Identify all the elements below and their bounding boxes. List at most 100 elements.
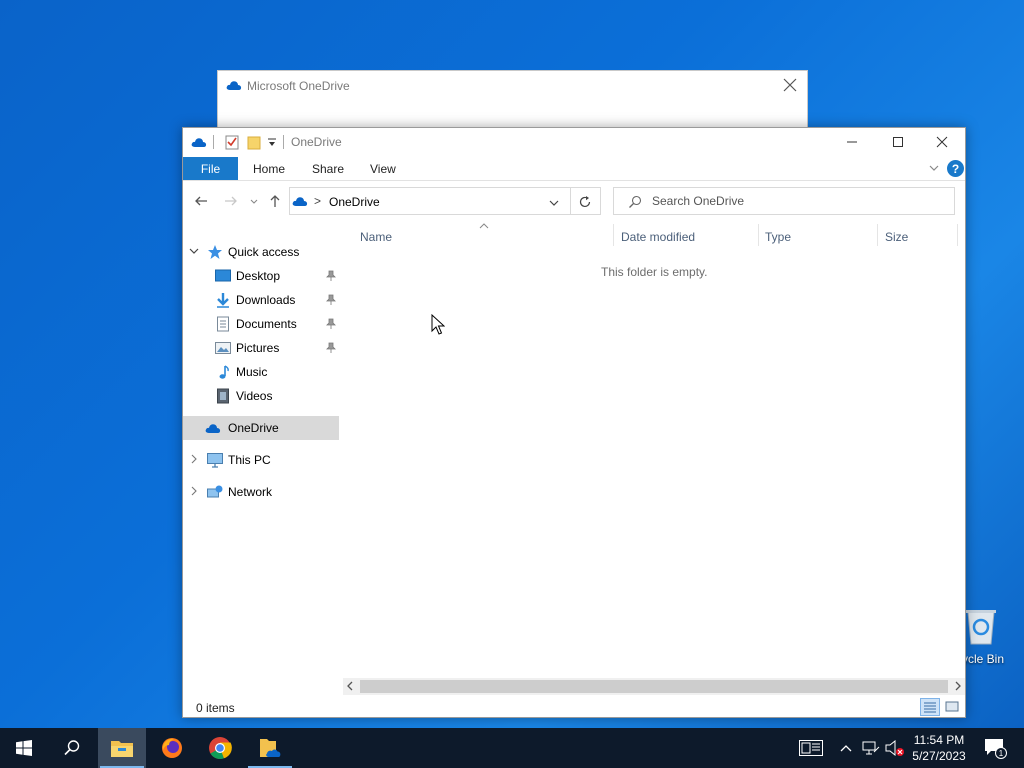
nav-downloads[interactable]: Downloads xyxy=(183,288,339,312)
large-icons-view-button[interactable] xyxy=(943,698,963,716)
recycle-bin-shortcut[interactable]: ycle Bin xyxy=(960,600,1024,670)
new-folder-icon[interactable] xyxy=(247,134,261,150)
column-date-modified[interactable]: Date modified xyxy=(621,230,695,244)
nav-this-pc[interactable]: This PC xyxy=(183,448,339,472)
column-size[interactable]: Size xyxy=(885,230,908,244)
item-count: 0 items xyxy=(196,701,235,715)
desktop-icon xyxy=(215,269,231,282)
tab-file[interactable]: File xyxy=(183,157,238,180)
horizontal-scrollbar[interactable] xyxy=(343,678,965,695)
nav-documents[interactable]: Documents xyxy=(183,312,339,336)
music-icon xyxy=(219,365,229,379)
nav-pictures[interactable]: Pictures xyxy=(183,336,339,360)
back-arrow-icon[interactable] xyxy=(193,193,209,209)
scrollbar-thumb[interactable] xyxy=(360,680,948,693)
forward-arrow-icon[interactable] xyxy=(223,193,239,209)
onedrive-cloud-icon xyxy=(226,81,242,90)
refresh-icon[interactable] xyxy=(578,195,592,209)
column-divider[interactable] xyxy=(957,224,958,246)
firefox-icon xyxy=(162,738,182,758)
breadcrumb-separator[interactable]: > xyxy=(314,194,321,208)
help-button[interactable]: ? xyxy=(947,160,964,177)
nav-desktop[interactable]: Desktop xyxy=(183,264,339,288)
search-icon xyxy=(64,740,80,756)
pin-icon[interactable] xyxy=(326,342,336,354)
taskbar-file-explorer[interactable] xyxy=(98,728,146,768)
chevron-up-icon xyxy=(840,745,852,752)
news-widget-button[interactable] xyxy=(796,728,826,768)
onedrive-setup-window[interactable]: Microsoft OneDrive xyxy=(217,70,808,130)
nav-videos[interactable]: Videos xyxy=(183,384,339,408)
taskbar-onedrive-folder[interactable] xyxy=(246,728,294,768)
pin-icon[interactable] xyxy=(326,270,336,282)
scroll-left-icon[interactable] xyxy=(345,681,355,691)
downloads-icon xyxy=(217,293,229,308)
breadcrumb-onedrive[interactable]: OneDrive xyxy=(329,195,380,209)
nav-music[interactable]: Music xyxy=(183,360,339,384)
status-bar: 0 items xyxy=(183,698,965,718)
chevron-down-icon[interactable] xyxy=(189,246,199,256)
column-name[interactable]: Name xyxy=(360,230,392,244)
recent-locations-icon[interactable] xyxy=(249,193,259,209)
address-bar[interactable]: > OneDrive xyxy=(289,187,601,215)
nav-music-label: Music xyxy=(236,365,268,379)
search-box[interactable] xyxy=(613,187,955,215)
onedrive-cloud-icon xyxy=(191,138,207,147)
volume-button[interactable] xyxy=(884,728,906,768)
close-icon[interactable] xyxy=(781,76,799,94)
title-bar[interactable]: OneDrive xyxy=(183,128,965,156)
action-center-button[interactable]: 1 xyxy=(980,728,1010,768)
start-button[interactable] xyxy=(0,728,48,768)
nav-quick-access[interactable]: Quick access xyxy=(183,240,339,264)
details-view-button[interactable] xyxy=(920,698,940,716)
tab-share[interactable]: Share xyxy=(312,162,344,176)
search-input[interactable] xyxy=(652,192,942,210)
taskbar-chrome[interactable] xyxy=(196,728,244,768)
maximize-icon xyxy=(893,137,903,147)
recycle-bin-icon xyxy=(966,610,996,645)
address-divider xyxy=(570,188,571,214)
onedrive-folder-icon xyxy=(260,739,281,757)
nav-onedrive[interactable]: OneDrive xyxy=(183,416,339,440)
expand-ribbon-icon[interactable] xyxy=(928,162,940,174)
nav-network[interactable]: Network xyxy=(183,480,339,504)
show-hidden-icons-button[interactable] xyxy=(836,728,856,768)
nav-quick-access-label: Quick access xyxy=(228,245,300,259)
nav-videos-label: Videos xyxy=(236,389,273,403)
nav-onedrive-label: OneDrive xyxy=(228,421,279,435)
up-arrow-icon[interactable] xyxy=(267,193,283,209)
column-divider[interactable] xyxy=(613,224,614,246)
scroll-right-icon[interactable] xyxy=(953,681,963,691)
column-type[interactable]: Type xyxy=(765,230,791,244)
network-status-button[interactable] xyxy=(860,728,882,768)
tab-view[interactable]: View xyxy=(370,162,396,176)
star-icon xyxy=(208,245,222,259)
chevron-right-icon[interactable] xyxy=(189,454,199,464)
pin-icon[interactable] xyxy=(326,294,336,306)
file-explorer-icon xyxy=(111,741,133,757)
computer-icon xyxy=(207,453,223,468)
maximize-button[interactable] xyxy=(875,128,921,156)
column-divider[interactable] xyxy=(758,224,759,246)
large-icons-view-icon xyxy=(945,701,959,712)
taskbar: 11:54 PM 5/27/2023 1 xyxy=(0,728,1024,768)
network-icon xyxy=(207,485,223,498)
pin-icon[interactable] xyxy=(326,318,336,330)
taskbar-firefox[interactable] xyxy=(148,728,196,768)
chevron-right-icon[interactable] xyxy=(189,486,199,496)
news-icon xyxy=(799,740,823,756)
minimize-button[interactable] xyxy=(829,128,875,156)
title-divider xyxy=(283,135,284,149)
customize-quick-access-icon[interactable] xyxy=(267,138,277,148)
column-divider[interactable] xyxy=(877,224,878,246)
file-explorer-window[interactable]: OneDrive File Home Share View ? > OneDri… xyxy=(182,127,966,718)
onedrive-cloud-icon xyxy=(292,197,308,206)
chevron-down-icon[interactable] xyxy=(548,197,560,209)
tab-home[interactable]: Home xyxy=(253,162,285,176)
close-icon xyxy=(936,136,948,148)
taskbar-clock[interactable]: 11:54 PM 5/27/2023 xyxy=(905,732,973,764)
taskbar-search-button[interactable] xyxy=(48,728,96,768)
properties-icon[interactable] xyxy=(225,134,239,150)
window-title: OneDrive xyxy=(291,135,342,149)
close-button[interactable] xyxy=(919,128,965,156)
